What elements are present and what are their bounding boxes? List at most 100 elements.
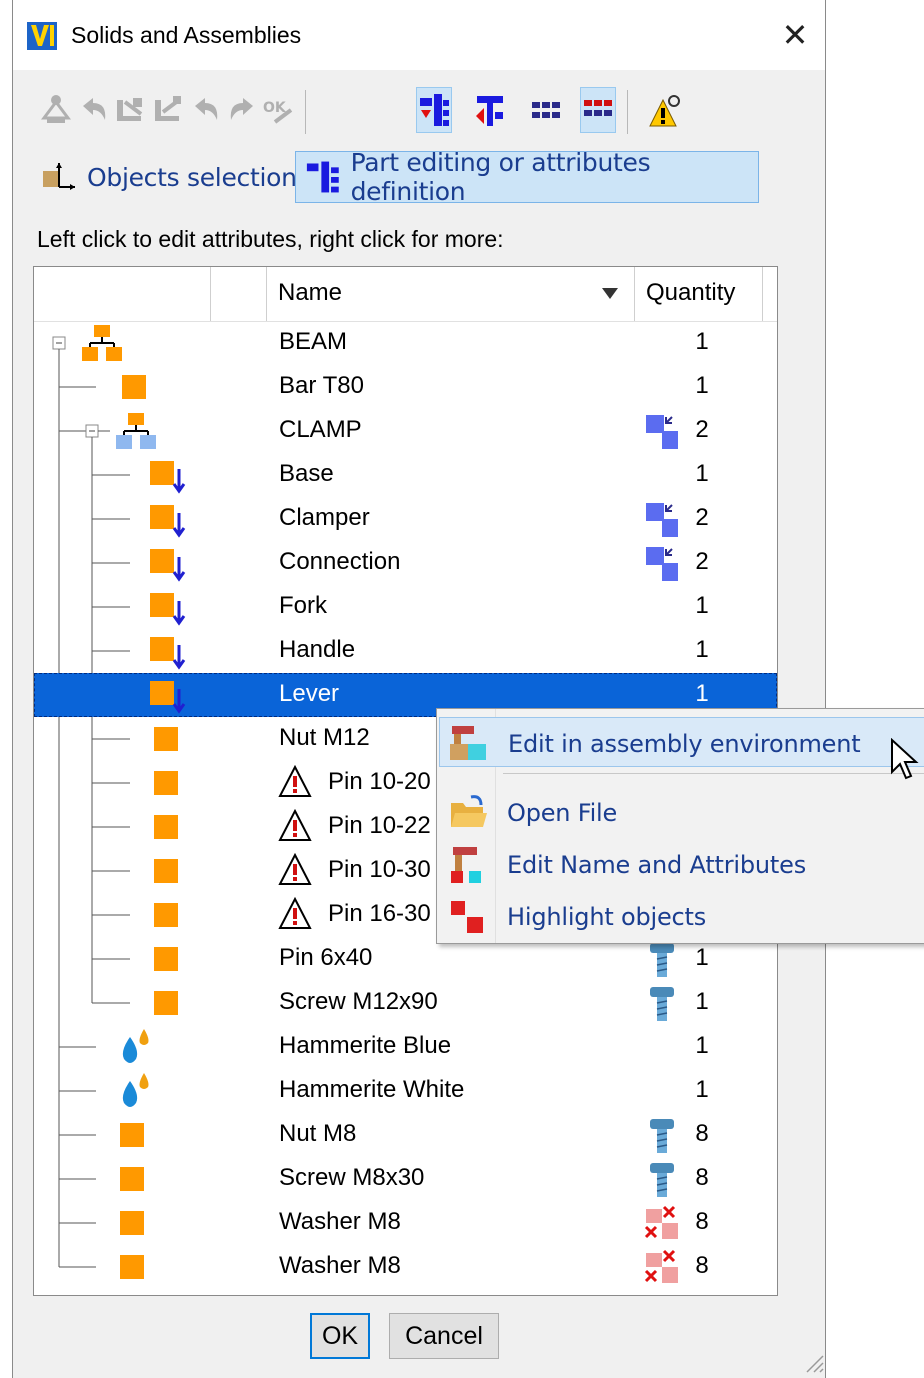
tree-row[interactable]: Handle 1	[34, 629, 777, 673]
row-quantity: 1	[695, 460, 709, 487]
screw-icon	[650, 1163, 674, 1197]
tree-row[interactable]: BEAM 1	[34, 321, 777, 365]
ok-button[interactable]: OK	[310, 1313, 370, 1359]
row-name: Screw M8x30	[279, 1164, 425, 1191]
tree-sort-icon[interactable]	[473, 88, 507, 132]
screw-icon	[650, 943, 674, 977]
folder-open-icon	[451, 795, 487, 827]
row-name: Connection	[279, 548, 401, 575]
row-quantity: 1	[695, 636, 709, 663]
tree-row[interactable]: Fork 1	[34, 585, 777, 629]
tree-row[interactable]: Nut M8 8	[34, 1113, 777, 1157]
sort-descending-icon[interactable]	[600, 285, 620, 301]
row-name: Pin 10-30	[328, 856, 431, 883]
screw-icon	[650, 987, 674, 1021]
tree-row[interactable]: CLAMP 2	[34, 409, 777, 453]
menu-item-edit-in-assembly[interactable]: Edit in assembly environment	[439, 717, 924, 767]
row-quantity: 2	[695, 504, 709, 531]
part-icon	[120, 1123, 144, 1147]
solids-assemblies-dialog: Solids and Assemblies ✕ OK Objects selec…	[12, 0, 826, 1378]
part-down-icon	[150, 637, 186, 670]
row-name: BEAM	[279, 328, 348, 355]
tree-row[interactable]: Screw M12x90 1	[34, 981, 777, 1025]
paint-icon	[122, 1073, 149, 1107]
row-name: Pin 16-30	[328, 900, 431, 927]
tree-expand-icon[interactable]	[151, 88, 185, 132]
part-down-icon	[150, 593, 186, 626]
part-icon	[154, 991, 178, 1015]
row-name: Pin 6x40	[279, 944, 373, 971]
row-name: Clamper	[279, 504, 370, 531]
menu-separator	[503, 773, 924, 774]
objects-selection-button[interactable]: Objects selection	[39, 152, 297, 202]
grid-view-icon[interactable]	[529, 88, 563, 132]
tree-row[interactable]: Base 1	[34, 453, 777, 497]
cancel-button[interactable]: Cancel	[389, 1313, 499, 1359]
grid-header: Name Quantity	[34, 267, 777, 322]
window-title: Solids and Assemblies	[71, 22, 302, 48]
row-name: Pin 10-22	[328, 812, 431, 839]
assembly-edit-icon	[450, 726, 486, 760]
pattern-icon	[644, 1205, 678, 1239]
row-name: Washer M8	[279, 1252, 401, 1279]
row-quantity: 1	[695, 1076, 709, 1103]
part-editing-button[interactable]: Part editing or attributes definition	[295, 148, 759, 206]
context-menu: Edit in assembly environment Open File E…	[436, 708, 924, 944]
edit-attributes-icon	[451, 847, 481, 883]
tree-collapse-icon[interactable]	[113, 88, 147, 132]
warning-icon	[278, 853, 312, 885]
tree-row[interactable]: Clamper 2	[34, 497, 777, 541]
tree-view-icon[interactable]	[416, 87, 452, 133]
highlight-icon	[451, 901, 483, 933]
part-down-icon	[150, 549, 186, 582]
menu-item-open-file[interactable]: Open File	[439, 787, 924, 837]
column-header-name[interactable]: Name	[278, 279, 342, 307]
grid-view-red-icon[interactable]	[580, 87, 616, 133]
subassembly-icon	[116, 413, 156, 449]
row-quantity: 1	[695, 328, 709, 355]
objects-selection-label: Objects selection	[87, 162, 297, 192]
part-icon	[154, 903, 178, 927]
row-name: Fork	[279, 592, 327, 619]
row-quantity: 2	[695, 548, 709, 575]
part-icon	[154, 771, 178, 795]
undo-alt-icon[interactable]	[189, 88, 223, 132]
row-quantity: 1	[695, 592, 709, 619]
rename-icon[interactable]: OK	[261, 88, 295, 132]
undo-icon[interactable]	[77, 88, 111, 132]
row-name: CLAMP	[279, 416, 362, 443]
tree-row[interactable]: Screw M8x30 8	[34, 1157, 777, 1201]
close-button[interactable]: ✕	[773, 14, 817, 56]
part-editing-label: Part editing or attributes definition	[350, 148, 651, 206]
menu-item-highlight[interactable]: Highlight objects	[439, 891, 924, 941]
tree-row[interactable]: Washer M8 8	[34, 1201, 777, 1245]
warning-settings-icon[interactable]	[647, 88, 681, 132]
row-quantity: 8	[695, 1252, 709, 1279]
tree-row[interactable]: Connection 2	[34, 541, 777, 585]
instance-icon	[646, 503, 678, 537]
row-quantity: 8	[695, 1120, 709, 1147]
instance-icon	[646, 415, 678, 449]
paint-icon	[122, 1029, 149, 1063]
row-quantity: 8	[695, 1164, 709, 1191]
row-name: Nut M12	[279, 724, 370, 751]
menu-item-edit-attributes[interactable]: Edit Name and Attributes	[439, 839, 924, 889]
row-name: Hammerite Blue	[279, 1032, 452, 1059]
part-editing-icon	[306, 161, 339, 193]
title-bar: Solids and Assemblies ✕	[13, 0, 825, 70]
screw-icon	[650, 1119, 674, 1153]
explode-icon[interactable]	[39, 88, 73, 132]
row-quantity: 1	[695, 988, 709, 1015]
resize-grip-icon[interactable]	[803, 1352, 825, 1374]
tree-row[interactable]: Washer M8 8	[34, 1245, 777, 1289]
app-logo-icon	[27, 22, 57, 50]
tree-row[interactable]: Bar T80 1	[34, 365, 777, 409]
row-name: Washer M8	[279, 1208, 401, 1235]
tree-row[interactable]: Hammerite Blue 1	[34, 1025, 777, 1069]
redo-icon[interactable]	[225, 88, 259, 132]
toolbar-separator	[305, 90, 306, 134]
menu-item-label: Edit in assembly environment	[508, 730, 861, 758]
row-name: Hammerite White	[279, 1076, 465, 1103]
tree-row[interactable]: Hammerite White 1	[34, 1069, 777, 1113]
column-header-quantity[interactable]: Quantity	[646, 279, 735, 307]
